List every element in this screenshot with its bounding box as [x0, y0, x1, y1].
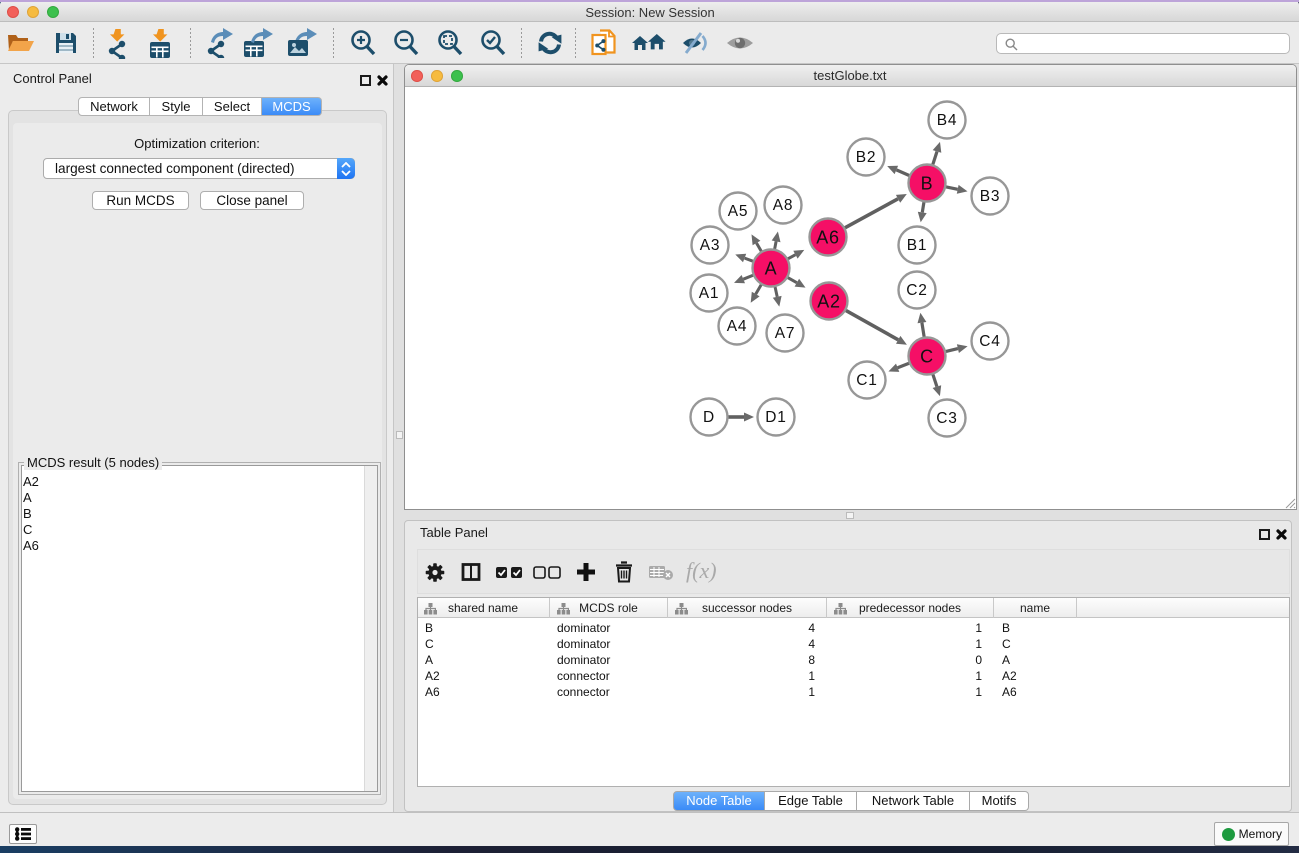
svg-text:D: D	[703, 409, 715, 426]
svg-text:A3: A3	[700, 237, 721, 254]
svg-text:A6: A6	[816, 228, 840, 248]
svg-text:A8: A8	[773, 197, 794, 214]
svg-text:D1: D1	[765, 409, 786, 426]
svg-text:A1: A1	[699, 285, 720, 302]
svg-text:C4: C4	[979, 333, 1000, 350]
svg-text:B1: B1	[907, 237, 928, 254]
svg-text:B: B	[921, 174, 934, 194]
svg-text:A: A	[765, 259, 778, 279]
svg-text:A4: A4	[727, 318, 748, 335]
svg-text:A2: A2	[817, 292, 841, 312]
svg-text:B3: B3	[980, 188, 1001, 205]
svg-text:A5: A5	[728, 203, 749, 220]
svg-text:C1: C1	[856, 372, 877, 389]
svg-text:C3: C3	[936, 410, 957, 427]
svg-text:A7: A7	[775, 325, 796, 342]
svg-text:C2: C2	[906, 282, 927, 299]
svg-text:C: C	[920, 347, 934, 367]
svg-text:B2: B2	[856, 149, 877, 166]
svg-text:B4: B4	[937, 112, 958, 129]
